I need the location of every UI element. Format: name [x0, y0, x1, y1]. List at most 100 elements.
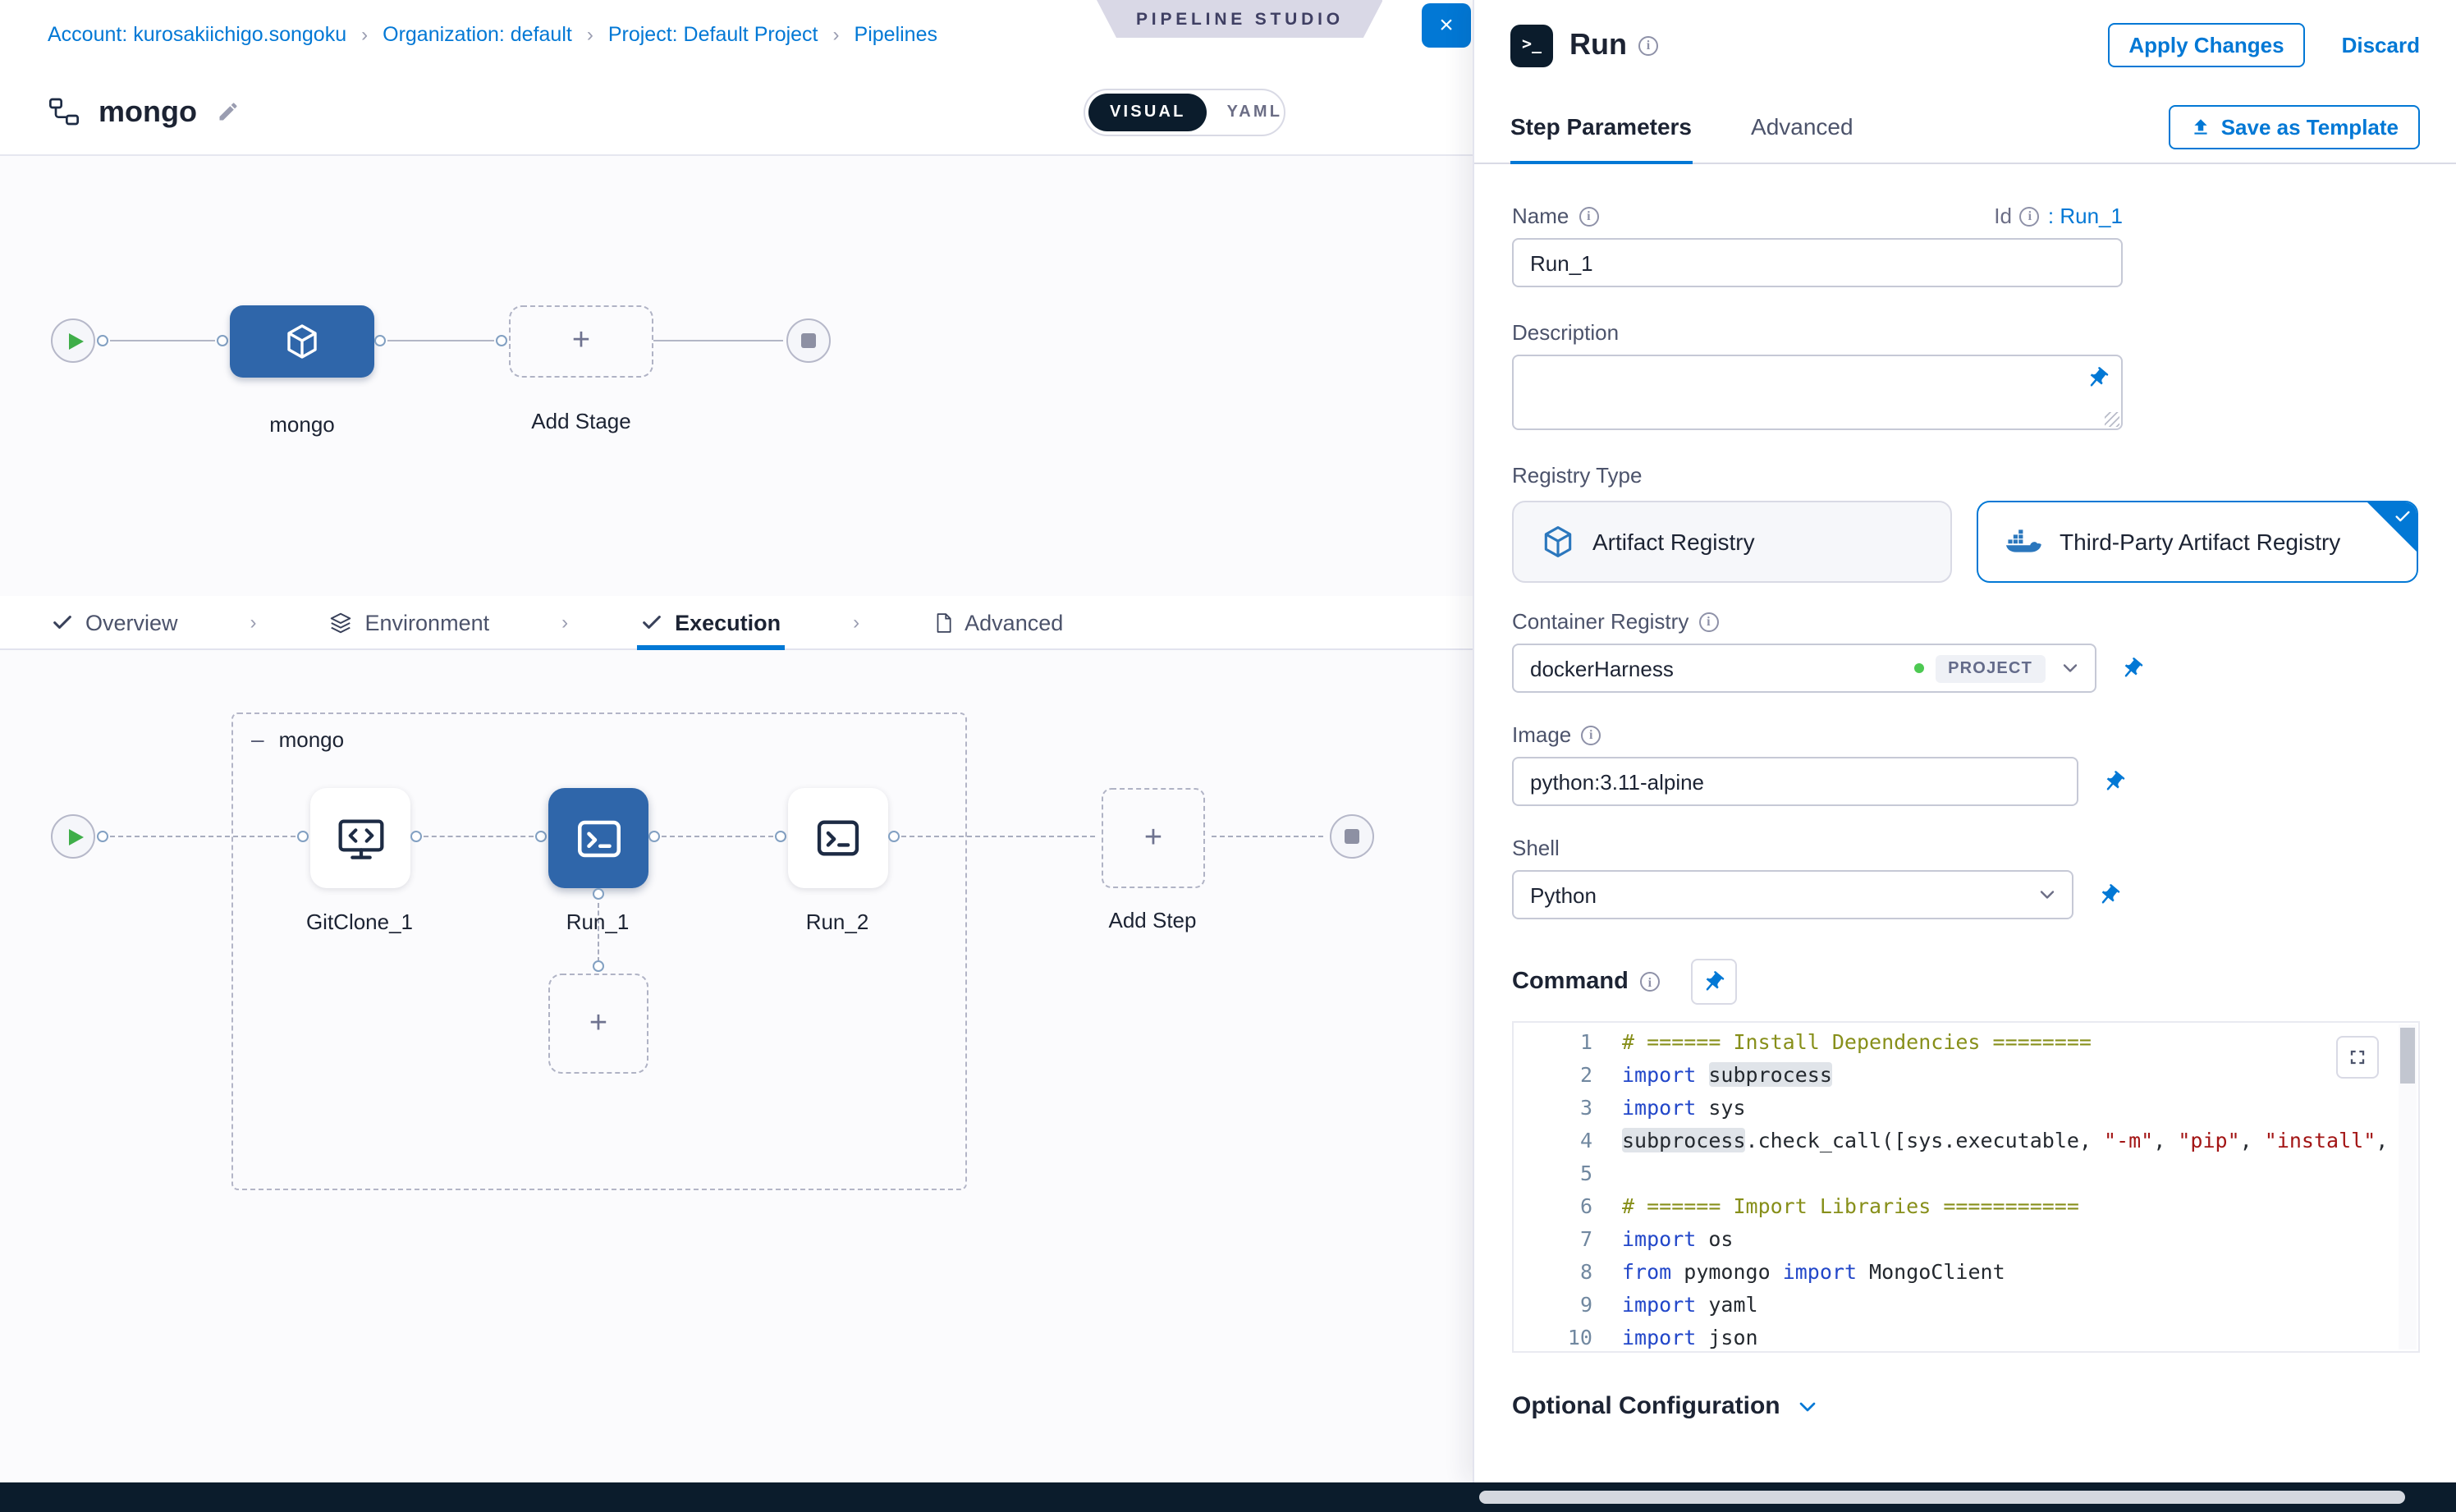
save-as-template-label: Save as Template	[2221, 114, 2399, 139]
info-icon[interactable]: i	[1698, 612, 1718, 631]
name-input[interactable]	[1512, 238, 2123, 287]
optional-configuration-label: Optional Configuration	[1512, 1392, 1780, 1420]
connector-port	[97, 335, 108, 346]
add-step-button[interactable]: +	[1102, 788, 1205, 888]
step-parameters-form: Name i Id i : Run_1 Description Registry…	[1474, 164, 2456, 1482]
execution-start-node[interactable]	[51, 814, 95, 859]
discard-button[interactable]: Discard	[2342, 33, 2420, 57]
panel-header-actions: Apply Changes Discard	[2107, 23, 2420, 67]
pin-icon[interactable]	[2115, 651, 2149, 685]
tab-advanced[interactable]: Advanced	[928, 595, 1066, 649]
step-node-run-1[interactable]	[548, 788, 648, 888]
yaml-toggle-segment[interactable]: YAML	[1207, 103, 1303, 121]
add-parallel-step-button[interactable]: +	[548, 974, 648, 1074]
apply-changes-button[interactable]: Apply Changes	[2107, 23, 2305, 67]
command-label: Command	[1512, 969, 1629, 995]
expand-editor-button[interactable]	[2336, 1036, 2379, 1079]
connector-port	[593, 888, 604, 900]
step-label: GitClone_1	[269, 909, 450, 934]
breadcrumb-separator-icon: ›	[361, 23, 368, 46]
tab-environment[interactable]: Environment	[326, 595, 493, 649]
code-editor-gutter: 12345678910	[1514, 1026, 1592, 1351]
scope-dot	[1913, 663, 1923, 673]
id-value[interactable]: : Run_1	[2048, 204, 2123, 228]
registry-type-label: Registry Type	[1512, 463, 2418, 488]
connector-port	[775, 831, 786, 842]
check-icon	[2394, 507, 2412, 525]
bottom-bar	[0, 1482, 2456, 1512]
connector-port	[496, 335, 507, 346]
collapse-group-icon[interactable]: –	[251, 726, 264, 752]
image-label: Image i	[1512, 722, 2418, 747]
execution-end-node[interactable]	[1330, 814, 1374, 859]
docker-icon	[2004, 526, 2043, 557]
add-stage-label: Add Stage	[491, 409, 671, 433]
editor-scrollbar[interactable]	[2399, 1024, 2417, 1349]
edit-pipeline-icon[interactable]	[217, 100, 240, 123]
step-config-panel: >_ Run i Apply Changes Discard Step Para…	[1473, 0, 2456, 1482]
info-icon[interactable]: i	[2020, 206, 2040, 226]
stop-icon	[801, 333, 816, 348]
step-group-header: – mongo	[251, 726, 344, 752]
info-icon[interactable]: i	[1640, 972, 1660, 992]
environment-icon	[329, 610, 354, 635]
stage-node-mongo[interactable]	[230, 305, 374, 378]
pin-icon[interactable]	[2096, 764, 2131, 799]
pipeline-studio-app: Account: kurosakiichigo.songoku › Organi…	[0, 0, 2456, 1512]
shell-select[interactable]: Python	[1512, 870, 2073, 919]
registry-option-third-party[interactable]: Third-Party Artifact Registry	[1976, 501, 2418, 583]
connector-line	[653, 340, 783, 341]
connector-port	[888, 831, 900, 842]
registry-option-label: Third-Party Artifact Registry	[2060, 529, 2340, 555]
plus-icon: +	[572, 323, 590, 360]
pipeline-end-node[interactable]	[786, 318, 831, 363]
tab-label: Execution	[675, 610, 781, 635]
add-stage-button[interactable]: +	[509, 305, 653, 378]
resize-handle[interactable]	[2105, 412, 2119, 427]
close-panel-button[interactable]: ×	[1422, 3, 1471, 48]
breadcrumb-organization[interactable]: Organization: default	[383, 23, 572, 46]
connector-line	[387, 340, 494, 341]
play-icon	[68, 828, 83, 845]
tab-advanced-panel[interactable]: Advanced	[1751, 89, 1853, 163]
scope-badge: PROJECT	[1935, 654, 2046, 682]
pin-icon[interactable]	[2092, 877, 2126, 912]
execution-canvas: – mongo +	[0, 650, 1473, 1482]
panel-tabs: Step Parameters Advanced Save as Templat…	[1474, 90, 2456, 164]
tab-label: Environment	[365, 610, 490, 635]
step-node-run-2[interactable]	[788, 788, 888, 888]
shell-label: Shell	[1512, 836, 2418, 860]
chevron-down-icon[interactable]	[2036, 883, 2059, 906]
chevron-down-icon[interactable]	[2059, 657, 2082, 680]
info-icon[interactable]: i	[1638, 35, 1658, 55]
horizontal-scrollbar-thumb[interactable]	[1479, 1491, 2405, 1504]
image-input[interactable]	[1512, 757, 2078, 806]
description-input[interactable]	[1512, 355, 2123, 430]
tab-step-parameters[interactable]: Step Parameters	[1510, 89, 1692, 163]
add-step-label: Add Step	[1062, 908, 1243, 932]
connector-line	[662, 836, 773, 837]
container-registry-select[interactable]: dockerHarness PROJECT	[1512, 644, 2096, 693]
stage-label: mongo	[212, 412, 392, 437]
breadcrumb-account[interactable]: Account: kurosakiichigo.songoku	[48, 23, 346, 46]
visual-yaml-toggle[interactable]: VISUAL YAML	[1084, 89, 1285, 136]
pipeline-start-node[interactable]	[51, 318, 95, 363]
optional-configuration-toggle[interactable]: Optional Configuration	[1512, 1392, 2418, 1420]
step-group-mongo	[231, 712, 967, 1190]
save-as-template-button[interactable]: Save as Template	[2169, 104, 2420, 149]
command-code-editor[interactable]: 12345678910 # ====== Install Dependencie…	[1512, 1021, 2420, 1353]
visual-toggle-segment[interactable]: VISUAL	[1088, 94, 1207, 131]
tab-overview[interactable]: Overview	[48, 595, 181, 649]
breadcrumb-pipelines[interactable]: Pipelines	[855, 23, 937, 46]
editor-scrollbar-thumb[interactable]	[2400, 1028, 2415, 1084]
breadcrumb-project[interactable]: Project: Default Project	[608, 23, 818, 46]
pin-button[interactable]	[1691, 959, 1737, 1005]
registry-option-artifact[interactable]: Artifact Registry	[1512, 501, 1951, 583]
step-label: Run_1	[507, 909, 688, 934]
info-icon[interactable]: i	[1581, 725, 1601, 745]
info-icon[interactable]: i	[1579, 206, 1598, 226]
step-node-gitclone-1[interactable]	[310, 788, 410, 888]
tab-execution[interactable]: Execution	[637, 595, 784, 649]
tab-label: Overview	[85, 610, 178, 635]
id-label: Id	[1994, 204, 2012, 228]
